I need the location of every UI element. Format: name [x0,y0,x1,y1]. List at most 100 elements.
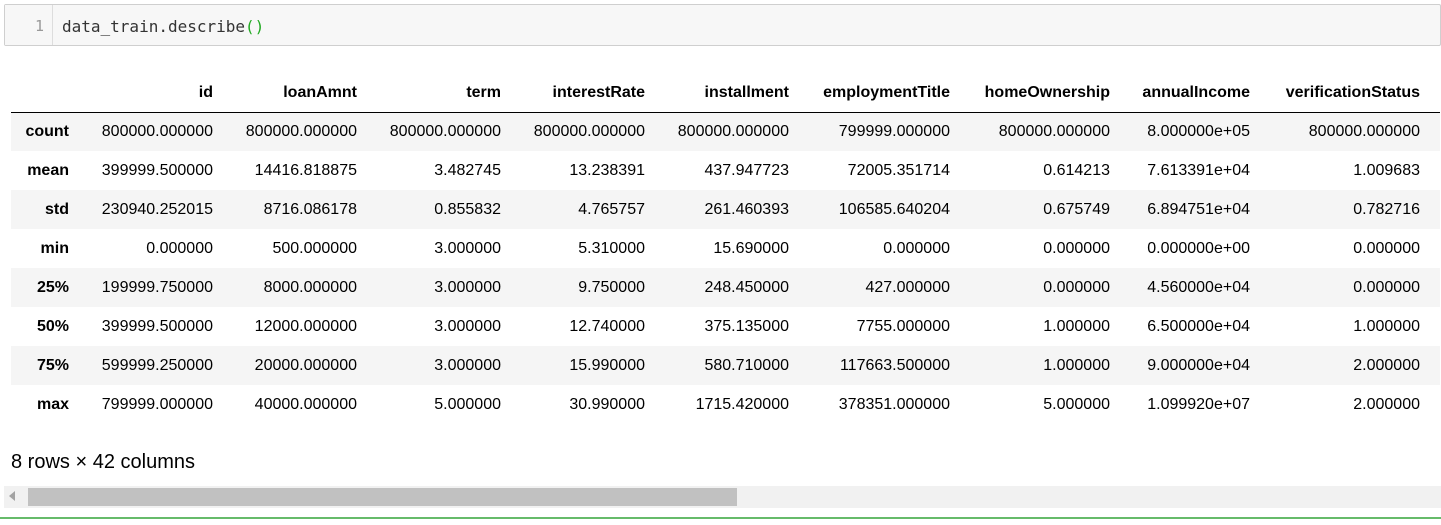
table-cell: 14416.818875 [254,161,357,179]
table-cell: 5.000000 [434,395,501,413]
index-header [11,74,77,113]
table-cell: 4.765757 [578,200,645,218]
table-cell: 1.009683 [1353,161,1420,179]
table-cell: 599999.250000 [101,356,213,374]
table-cell: 15.990000 [569,356,645,374]
table-cell: 248.450000 [704,278,789,296]
table-cell: 0.000000 [1043,278,1110,296]
dataframe-table: id loanAmnt term interestRate installmen… [11,74,1440,424]
column-header: installment [645,74,789,113]
scrollbar-thumb[interactable] [28,488,737,506]
table-cell: 3.000000 [434,356,501,374]
column-header: interestRate [501,74,645,113]
table-cell: 3.000000 [434,278,501,296]
table-row: std 230940.252015 8716.086178 0.855832 4.765… [11,190,1440,229]
table-cell: 3.482745 [434,161,501,179]
table-cell: 0.614213 [1043,161,1110,179]
table-cell: 800000.000000 [389,122,501,140]
table-cell-overflow [1420,385,1440,424]
table-cell: 5.310000 [578,239,645,257]
table-cell: 0.000000 [1043,239,1110,257]
table-cell: 1.099920e+07 [1147,395,1250,413]
table-cell: 3.000000 [434,239,501,257]
table-cell: 30.990000 [569,395,645,413]
row-label: 25% [36,278,69,296]
table-row: 75% 599999.250000 20000.000000 3.000000 15.9… [11,346,1440,385]
row-label: mean [27,161,69,179]
table-cell: 800000.000000 [533,122,645,140]
table-cell: 399999.500000 [101,161,213,179]
table-cell: 20000.000000 [254,356,357,374]
table-cell: 0.000000e+00 [1147,239,1250,257]
row-label: min [40,239,69,257]
table-cell: 580.710000 [704,356,789,374]
table-cell-overflow [1420,268,1440,307]
table-header-row: id loanAmnt term interestRate installmen… [11,74,1440,113]
code-editor-line[interactable]: data_train.describe() [62,17,264,36]
table-cell: 8.000000e+05 [1147,122,1250,140]
table-cell: 800000.000000 [101,122,213,140]
table-cell-overflow [1420,190,1440,229]
column-header: homeOwnership [950,74,1110,113]
table-cell: 0.000000 [146,239,213,257]
table-cell-overflow [1420,346,1440,385]
row-label: 75% [36,356,69,374]
table-cell: 199999.750000 [101,278,213,296]
active-cell-border [0,517,1441,519]
table-cell: 800000.000000 [677,122,789,140]
table-cell: 4.560000e+04 [1147,278,1250,296]
code-input-cell[interactable]: 1 data_train.describe() [4,4,1441,46]
table-cell: 799999.000000 [101,395,213,413]
table-cell: 7.613391e+04 [1147,161,1250,179]
table-cell: 9.000000e+04 [1147,356,1250,374]
table-cell: 6.500000e+04 [1147,317,1250,335]
table-cell: 399999.500000 [101,317,213,335]
table-cell: 0.000000 [1353,278,1420,296]
table-cell: 8716.086178 [263,200,357,218]
table-cell: 106585.640204 [838,200,950,218]
table-row: 25% 199999.750000 8000.000000 3.000000 9.750… [11,268,1440,307]
table-cell: 427.000000 [865,278,950,296]
column-header: loanAmnt [213,74,357,113]
row-label: max [36,395,69,413]
table-cell-overflow [1420,112,1440,151]
cell-output-area: id loanAmnt term interestRate installmen… [11,74,1441,434]
table-cell: 0.000000 [883,239,950,257]
table-cell-overflow [1420,307,1440,346]
table-cell: 800000.000000 [245,122,357,140]
table-cell: 1715.420000 [695,395,789,413]
column-header: verificationStatus [1250,74,1420,113]
table-cell-overflow [1420,229,1440,268]
table-cell: 500.000000 [272,239,357,257]
table-cell: 799999.000000 [838,122,950,140]
table-cell: 8000.000000 [263,278,357,296]
row-label: std [45,200,69,218]
row-label: 50% [36,317,69,335]
table-cell: 0.782716 [1353,200,1420,218]
column-header: term [357,74,501,113]
code-parens: () [245,17,265,36]
column-header: employmentTitle [789,74,950,113]
column-header: id [77,74,213,113]
table-cell: 437.947723 [704,161,789,179]
horizontal-scrollbar[interactable] [4,486,1441,508]
table-cell: 375.135000 [704,317,789,335]
table-row: max 799999.000000 40000.000000 5.000000 30.9… [11,385,1440,424]
table-cell: 1.000000 [1353,317,1420,335]
table-row: min 0.000000 500.000000 3.000000 5.310000 15.… [11,229,1440,268]
table-row: mean 399999.500000 14416.818875 3.482745 13.… [11,151,1440,190]
row-label: count [25,122,69,140]
table-cell: 7755.000000 [856,317,950,335]
table-cell: 800000.000000 [1308,122,1420,140]
table-cell: 2.000000 [1353,356,1420,374]
column-header: annualIncome [1110,74,1250,113]
table-cell: 3.000000 [434,317,501,335]
table-cell: 40000.000000 [254,395,357,413]
table-cell: 12000.000000 [254,317,357,335]
table-cell: 0.000000 [1353,239,1420,257]
table-cell: 117663.500000 [839,356,950,374]
table-row: count 800000.000000 800000.000000 800000.00… [11,112,1440,151]
table-cell: 261.460393 [704,200,789,218]
table-cell: 15.690000 [713,239,789,257]
scroll-left-arrow-icon[interactable] [9,491,15,501]
